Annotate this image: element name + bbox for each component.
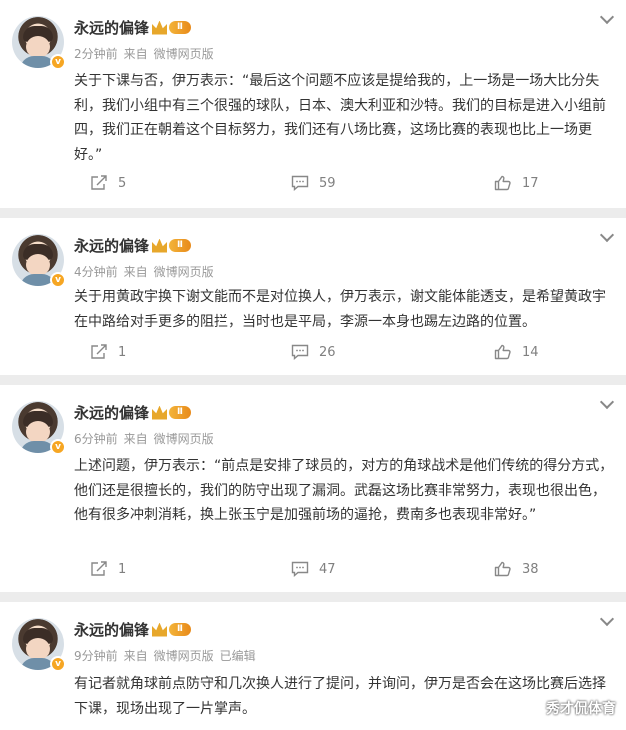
comment-button[interactable]: 47 — [291, 561, 336, 577]
like-count: 14 — [522, 344, 539, 360]
author-name[interactable]: 永远的偏锋 — [74, 17, 149, 38]
post-meta: 4分钟前 来自 微博网页版 — [74, 263, 220, 280]
comment-count: 26 — [319, 344, 336, 360]
chevron-down-icon[interactable] — [599, 611, 615, 627]
post-text: 上述问题，伊万表示：“前点是安排了球员的，对方的角球战术是他们传统的得分方式，他… — [74, 458, 614, 523]
chevron-down-icon[interactable] — [599, 394, 615, 410]
level-label: Ⅱ — [169, 239, 191, 252]
post-time[interactable]: 9分钟前 — [74, 649, 118, 663]
source-prefix: 来自 — [123, 47, 148, 61]
comment-icon — [291, 175, 309, 191]
author-name[interactable]: 永远的偏锋 — [74, 402, 149, 423]
post-meta: 6分钟前 来自 微博网页版 — [74, 430, 220, 447]
post-source: 微博网页版 — [153, 649, 214, 663]
post-text: 关于用黄政宇换下谢文能而不是对位换人，伊万表示，谢文能体能透支，是希望黄政宇在中… — [74, 289, 606, 330]
like-count: 38 — [522, 561, 539, 577]
source-prefix: 来自 — [123, 649, 148, 663]
like-button[interactable]: 38 — [494, 561, 539, 577]
level-badge: Ⅱ — [152, 20, 191, 35]
post-meta: 9分钟前 来自 微博网页版 已编辑 — [74, 647, 262, 664]
comment-icon — [291, 344, 309, 360]
author-name[interactable]: 永远的偏锋 — [74, 235, 149, 256]
divider — [0, 592, 626, 602]
level-badge: Ⅱ — [152, 238, 191, 253]
divider — [0, 375, 626, 385]
level-label: Ⅱ — [169, 21, 191, 34]
post-text: 关于下课与否，伊万表示：“最后这个问题不应该是提给我的，上一场是一场大比分失利，… — [74, 73, 606, 163]
verified-badge-icon: v — [50, 656, 66, 672]
post-actions: 5 59 17 — [0, 175, 626, 197]
comment-count: 59 — [319, 175, 336, 191]
post-actions: 1 26 14 — [0, 344, 626, 366]
edited-label: 已编辑 — [219, 649, 256, 663]
comment-button[interactable]: 26 — [291, 344, 336, 360]
chevron-down-icon[interactable] — [599, 227, 615, 243]
level-badge: Ⅱ — [152, 405, 191, 420]
like-count: 17 — [522, 175, 539, 191]
level-badge: Ⅱ — [152, 622, 191, 637]
post-time[interactable]: 4分钟前 — [74, 265, 118, 279]
repost-icon — [91, 561, 107, 576]
like-icon — [494, 561, 511, 577]
like-button[interactable]: 14 — [494, 344, 539, 360]
author-name[interactable]: 永远的偏锋 — [74, 619, 149, 640]
source-prefix: 来自 — [123, 432, 148, 446]
post-time[interactable]: 2分钟前 — [74, 47, 118, 61]
post-actions: 1 47 38 — [0, 561, 626, 583]
repost-icon — [91, 344, 107, 359]
verified-badge-icon: v — [50, 272, 66, 288]
repost-button[interactable]: 1 — [90, 344, 126, 360]
watermark: 秀才侃体育 — [546, 701, 616, 717]
repost-icon — [91, 175, 107, 190]
repost-count: 5 — [118, 175, 127, 191]
post-meta: 2分钟前 来自 微博网页版 — [74, 45, 220, 62]
post-card: v 永远的偏锋 Ⅱ 9分钟前 来自 微博网页版 已编辑 有记者就角球前点防守和几次换人… — [0, 602, 626, 730]
repost-count: 1 — [118, 561, 127, 577]
repost-button[interactable]: 1 — [90, 561, 126, 577]
source-prefix: 来自 — [123, 265, 148, 279]
post-card: v 永远的偏锋 Ⅱ 6分钟前 来自 微博网页版 上述问题，伊万表示：“前点是安排了球… — [0, 385, 626, 592]
crown-icon — [152, 622, 167, 637]
like-button[interactable]: 17 — [494, 175, 539, 191]
post-card: v 永远的偏锋 Ⅱ 4分钟前 来自 微博网页版 关于用黄政宇换下谢文能而不是对位换人… — [0, 218, 626, 375]
verified-badge-icon: v — [50, 54, 66, 70]
repost-button[interactable]: 5 — [90, 175, 126, 191]
post-source: 微博网页版 — [153, 47, 214, 61]
verified-badge-icon: v — [50, 439, 66, 455]
post-card: v 永远的偏锋 Ⅱ 2分钟前 来自 微博网页版 关于下课与否，伊万表示：“最后这个问… — [0, 0, 626, 208]
chevron-down-icon[interactable] — [599, 9, 615, 25]
comment-icon — [291, 561, 309, 577]
crown-icon — [152, 405, 167, 420]
crown-icon — [152, 238, 167, 253]
level-label: Ⅱ — [169, 623, 191, 636]
post-source: 微博网页版 — [153, 432, 214, 446]
level-label: Ⅱ — [169, 406, 191, 419]
divider — [0, 208, 626, 218]
like-icon — [494, 344, 511, 360]
comment-count: 47 — [319, 561, 336, 577]
like-icon — [494, 175, 511, 191]
post-source: 微博网页版 — [153, 265, 214, 279]
repost-count: 1 — [118, 344, 127, 360]
post-text: 有记者就角球前点防守和几次换人进行了提问，并询问，伊万是否会在这场比赛后选择下课… — [74, 676, 606, 717]
crown-icon — [152, 20, 167, 35]
comment-button[interactable]: 59 — [291, 175, 336, 191]
post-time[interactable]: 6分钟前 — [74, 432, 118, 446]
